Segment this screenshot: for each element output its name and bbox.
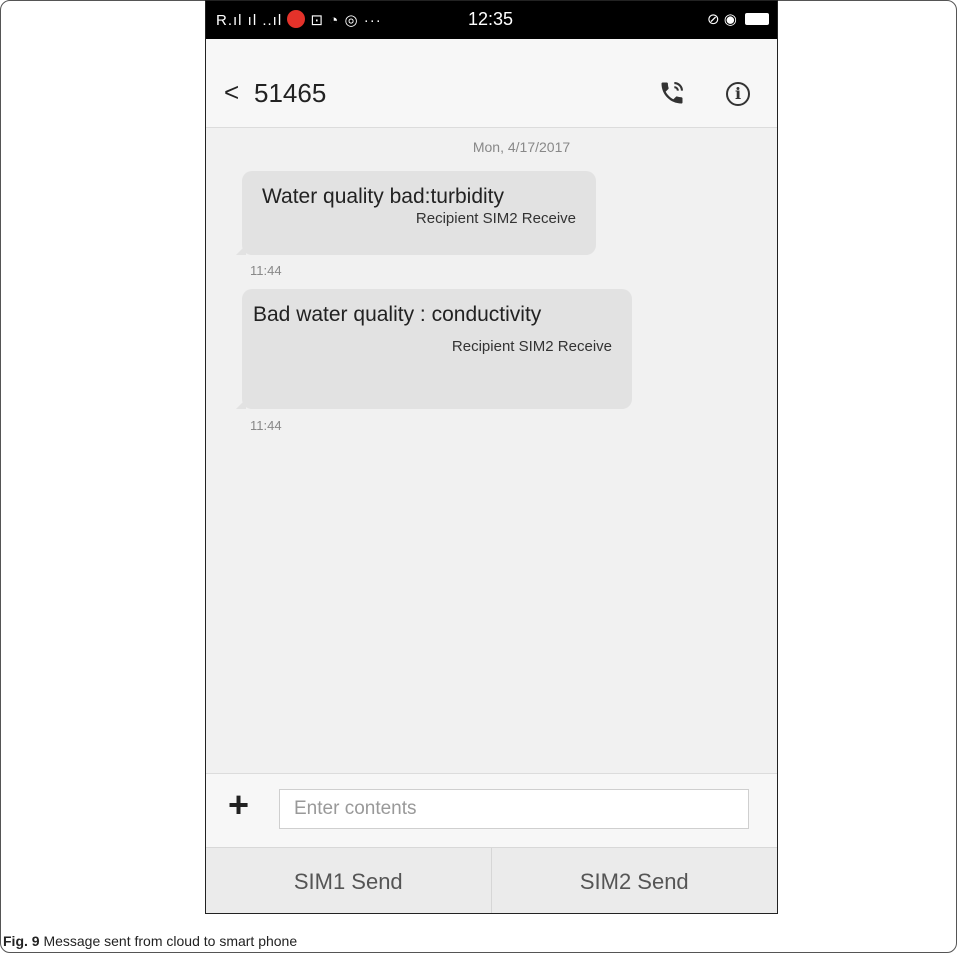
message-bubble[interactable]: Water quality bad:turbidity Recipient SI… (236, 171, 596, 255)
battery-icon (745, 13, 769, 25)
contact-title: 51465 (254, 78, 327, 108)
date-separator: Mon, 4/17/2017 (472, 139, 571, 155)
sim1-send-button[interactable]: SIM1 Send (206, 848, 492, 913)
back-button[interactable]: < (224, 77, 239, 108)
status-left: R.ıl ıl ..ıl ⊡ ◔ ◎ ··· (216, 10, 382, 29)
message-input[interactable] (279, 789, 749, 829)
phone-call-icon[interactable] (658, 79, 686, 107)
message-bubble[interactable]: Bad water quality : conductivity Recipie… (236, 289, 632, 409)
conversation-header: < 51465 i (206, 39, 777, 128)
bubble-tail (236, 399, 246, 409)
info-icon[interactable]: i (726, 82, 750, 106)
sim2-send-button[interactable]: SIM2 Send (492, 848, 778, 913)
message-text: Water quality bad:turbidity (262, 185, 505, 208)
message-time: 11:44 (250, 418, 282, 433)
status-time: 12:35 (468, 9, 514, 29)
mute-eye-icons: ⊘ ◉ (707, 11, 737, 28)
figure-caption: Fig. 9 Message sent from cloud to smart … (3, 933, 297, 949)
figure-label: Fig. 9 (3, 933, 40, 949)
status-right: ⊘ ◉ (707, 10, 769, 28)
add-attachment-button[interactable]: + (228, 784, 249, 826)
message-time: 11:44 (250, 263, 282, 278)
bubble-tail (236, 245, 246, 255)
composer-bar: + (206, 773, 777, 848)
message-status: Recipient SIM2 Receive (415, 210, 576, 227)
notification-icons: ⊡ ◔ ◎ ··· (310, 12, 382, 29)
airtel-icon (287, 10, 306, 28)
figure-caption-text: Message sent from cloud to smart phone (39, 933, 298, 949)
phone-screen: R.ıl ıl ..ıl ⊡ ◔ ◎ ··· 12:35 ⊘ ◉ < 51465… (205, 0, 778, 914)
send-bar: SIM1 Send SIM2 Send (206, 847, 778, 913)
message-status: Recipient SIM2 Receive (451, 338, 612, 355)
status-bar: R.ıl ıl ..ıl ⊡ ◔ ◎ ··· 12:35 ⊘ ◉ (206, 1, 777, 39)
message-text: Bad water quality : conductivity (253, 303, 542, 326)
signal-icons: R.ıl ıl ..ıl (216, 12, 283, 29)
